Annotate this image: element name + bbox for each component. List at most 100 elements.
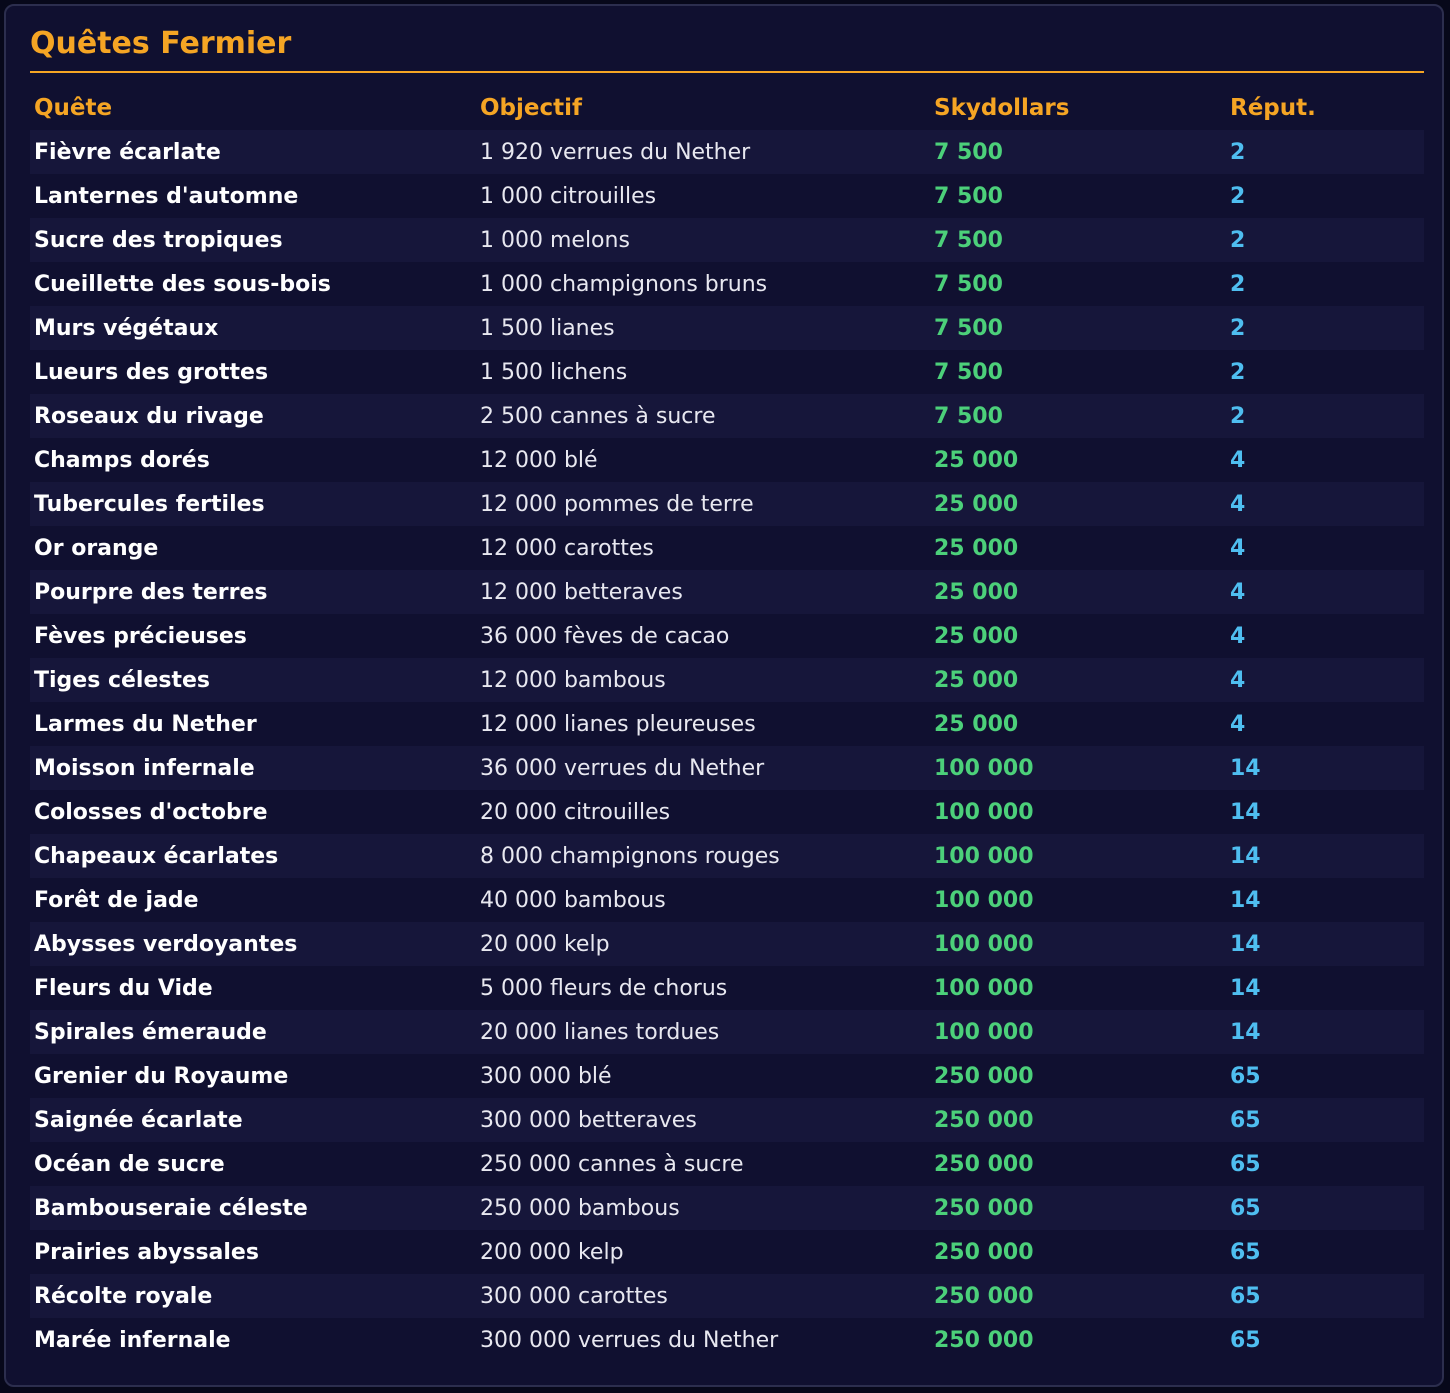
quest-name-cell: Fèves précieuses: [34, 623, 247, 649]
reputation-cell: 65: [1230, 1151, 1261, 1177]
skydollars-cell: 7 500: [934, 139, 1003, 165]
objective-cell: 1 000 melons: [480, 227, 630, 253]
reputation-cell: 65: [1230, 1283, 1261, 1309]
objective-cell: 12 000 pommes de terre: [480, 491, 754, 517]
objective-cell: 1 500 lianes: [480, 315, 615, 341]
table-row: Spirales émeraude 20 000 lianes tordues 10…: [30, 1010, 1424, 1054]
objective-cell: 250 000 cannes à sucre: [480, 1151, 744, 1177]
objective-cell: 1 920 verrues du Nether: [480, 139, 751, 165]
quest-name-cell: Murs végétaux: [34, 315, 219, 341]
skydollars-cell: 7 500: [934, 271, 1003, 297]
skydollars-cell: 7 500: [934, 183, 1003, 209]
objective-cell: 36 000 fèves de cacao: [480, 623, 730, 649]
objective-cell: 1 000 citrouilles: [480, 183, 657, 209]
objective-cell: 250 000 bambous: [480, 1195, 680, 1221]
quest-name-cell: Spirales émeraude: [34, 1019, 267, 1045]
column-header-reputation: Réput.: [1230, 95, 1316, 121]
table-row: Chapeaux écarlates 8 000 champignons roug…: [30, 834, 1424, 878]
skydollars-cell: 250 000: [934, 1327, 1034, 1353]
quest-name-cell: Bambouseraie céleste: [34, 1195, 308, 1221]
objective-cell: 300 000 carottes: [480, 1283, 668, 1309]
table-row: Bambouseraie céleste 250 000 bambous 250 0…: [30, 1186, 1424, 1230]
quest-name-cell: Fièvre écarlate: [34, 139, 221, 165]
objective-cell: 300 000 blé: [480, 1063, 612, 1089]
skydollars-cell: 250 000: [934, 1063, 1034, 1089]
table-row: Pourpre des terres 12 000 betteraves 25 00…: [30, 570, 1424, 614]
quest-table: Quête Objectif Skydollars Réput. Fièvre …: [30, 86, 1424, 1362]
reputation-cell: 4: [1230, 535, 1246, 561]
reputation-cell: 2: [1230, 359, 1246, 385]
skydollars-cell: 250 000: [934, 1283, 1034, 1309]
reputation-cell: 4: [1230, 447, 1246, 473]
reputation-cell: 2: [1230, 183, 1246, 209]
table-row: Océan de sucre 250 000 cannes à sucre 250 …: [30, 1142, 1424, 1186]
skydollars-cell: 100 000: [934, 755, 1034, 781]
quest-name-cell: Abysses verdoyantes: [34, 931, 298, 957]
table-row: Cueillette des sous-bois 1 000 champignon…: [30, 262, 1424, 306]
table-row: Récolte royale 300 000 carottes 250 000 65: [30, 1274, 1424, 1318]
reputation-cell: 4: [1230, 711, 1246, 737]
skydollars-cell: 250 000: [934, 1239, 1034, 1265]
objective-cell: 2 500 cannes à sucre: [480, 403, 716, 429]
reputation-cell: 65: [1230, 1063, 1261, 1089]
reputation-cell: 2: [1230, 403, 1246, 429]
reputation-cell: 65: [1230, 1107, 1261, 1133]
quest-name-cell: Champs dorés: [34, 447, 210, 473]
reputation-cell: 65: [1230, 1195, 1261, 1221]
skydollars-cell: 100 000: [934, 1019, 1034, 1045]
table-row: Sucre des tropiques 1 000 melons 7 500 2: [30, 218, 1424, 262]
skydollars-cell: 25 000: [934, 623, 1019, 649]
reputation-cell: 14: [1230, 1019, 1261, 1045]
table-row: Fèves précieuses 36 000 fèves de cacao 25 …: [30, 614, 1424, 658]
table-row: Larmes du Nether 12 000 lianes pleureuses…: [30, 702, 1424, 746]
table-row: Prairies abyssales 200 000 kelp 250 000 65: [30, 1230, 1424, 1274]
skydollars-cell: 100 000: [934, 975, 1034, 1001]
reputation-cell: 2: [1230, 139, 1246, 165]
objective-cell: 8 000 champignons rouges: [480, 843, 780, 869]
column-header-skydollars: Skydollars: [934, 95, 1070, 121]
reputation-cell: 2: [1230, 271, 1246, 297]
objective-cell: 5 000 fleurs de chorus: [480, 975, 728, 1001]
reputation-cell: 14: [1230, 975, 1261, 1001]
skydollars-cell: 7 500: [934, 315, 1003, 341]
objective-cell: 300 000 verrues du Nether: [480, 1327, 779, 1353]
objective-cell: 200 000 kelp: [480, 1239, 624, 1265]
table-row: Fleurs du Vide 5 000 fleurs de chorus 100 …: [30, 966, 1424, 1010]
quest-name-cell: Tiges célestes: [34, 667, 211, 693]
panel-title: Quêtes Fermier: [30, 26, 292, 61]
quest-name-cell: Colosses d'octobre: [34, 799, 268, 825]
objective-cell: 12 000 bambous: [480, 667, 666, 693]
skydollars-cell: 100 000: [934, 931, 1034, 957]
quest-name-cell: Prairies abyssales: [34, 1239, 259, 1265]
skydollars-cell: 100 000: [934, 799, 1034, 825]
quest-name-cell: Roseaux du rivage: [34, 403, 264, 429]
table-row: Marée infernale 300 000 verrues du Nether…: [30, 1318, 1424, 1362]
table-row: Moisson infernale 36 000 verrues du Nethe…: [30, 746, 1424, 790]
objective-cell: 20 000 lianes tordues: [480, 1019, 720, 1045]
quest-name-cell: Océan de sucre: [34, 1151, 225, 1177]
skydollars-cell: 100 000: [934, 887, 1034, 913]
quest-name-cell: Forêt de jade: [34, 887, 199, 913]
objective-cell: 12 000 carottes: [480, 535, 654, 561]
table-row: Lueurs des grottes 1 500 lichens 7 500 2: [30, 350, 1424, 394]
quest-name-cell: Tubercules fertiles: [34, 491, 265, 517]
table-row: Murs végétaux 1 500 lianes 7 500 2: [30, 306, 1424, 350]
reputation-cell: 4: [1230, 623, 1246, 649]
reputation-cell: 4: [1230, 579, 1246, 605]
quest-name-cell: Cueillette des sous-bois: [34, 271, 331, 297]
reputation-cell: 2: [1230, 315, 1246, 341]
table-row: Champs dorés 12 000 blé 25 000 4: [30, 438, 1424, 482]
skydollars-cell: 25 000: [934, 491, 1019, 517]
table-row: Or orange 12 000 carottes 25 000 4: [30, 526, 1424, 570]
objective-cell: 12 000 lianes pleureuses: [480, 711, 756, 737]
objective-cell: 1 500 lichens: [480, 359, 628, 385]
quest-name-cell: Larmes du Nether: [34, 711, 257, 737]
quest-name-cell: Fleurs du Vide: [34, 975, 213, 1001]
skydollars-cell: 250 000: [934, 1195, 1034, 1221]
reputation-cell: 14: [1230, 887, 1261, 913]
reputation-cell: 4: [1230, 667, 1246, 693]
table-row: Grenier du Royaume 300 000 blé 250 000 65: [30, 1054, 1424, 1098]
table-row: Fièvre écarlate 1 920 verrues du Nether 7 …: [30, 130, 1424, 174]
skydollars-cell: 100 000: [934, 843, 1034, 869]
quest-name-cell: Récolte royale: [34, 1283, 213, 1309]
